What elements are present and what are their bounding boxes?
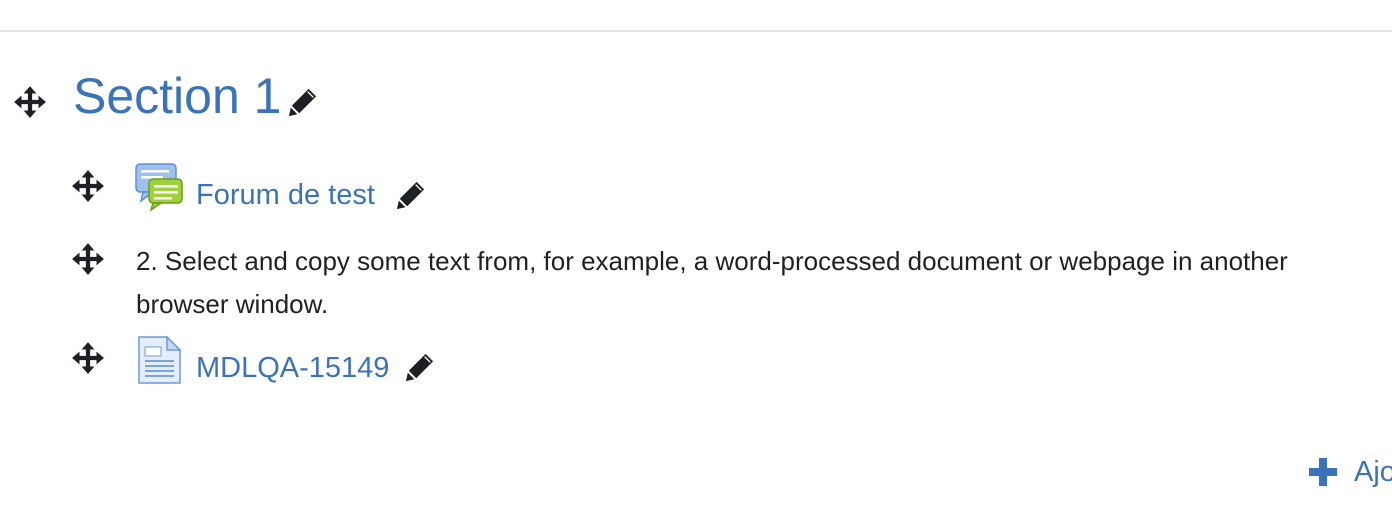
forum-icon: [135, 163, 183, 211]
edit-activity-title-icon[interactable]: [396, 180, 426, 210]
move-activity-icon[interactable]: [71, 169, 105, 203]
edit-section-title-icon[interactable]: [288, 87, 318, 117]
move-section-icon[interactable]: [13, 85, 47, 119]
activity-link-file[interactable]: MDLQA-15149: [196, 350, 389, 386]
section-title[interactable]: Section 1: [73, 64, 281, 128]
edit-activity-title-icon[interactable]: [405, 352, 435, 382]
activity-link-forum[interactable]: Forum de test: [196, 177, 375, 213]
plus-icon: [1309, 458, 1337, 486]
top-divider: [0, 30, 1392, 32]
add-activity-label: Ajo: [1354, 455, 1392, 488]
add-activity-button[interactable]: Ajo: [1308, 452, 1392, 492]
move-activity-icon[interactable]: [71, 341, 105, 375]
move-activity-icon[interactable]: [71, 242, 105, 276]
label-activity-text: 2. Select and copy some text from, for e…: [136, 246, 1288, 319]
file-icon: [135, 336, 183, 384]
